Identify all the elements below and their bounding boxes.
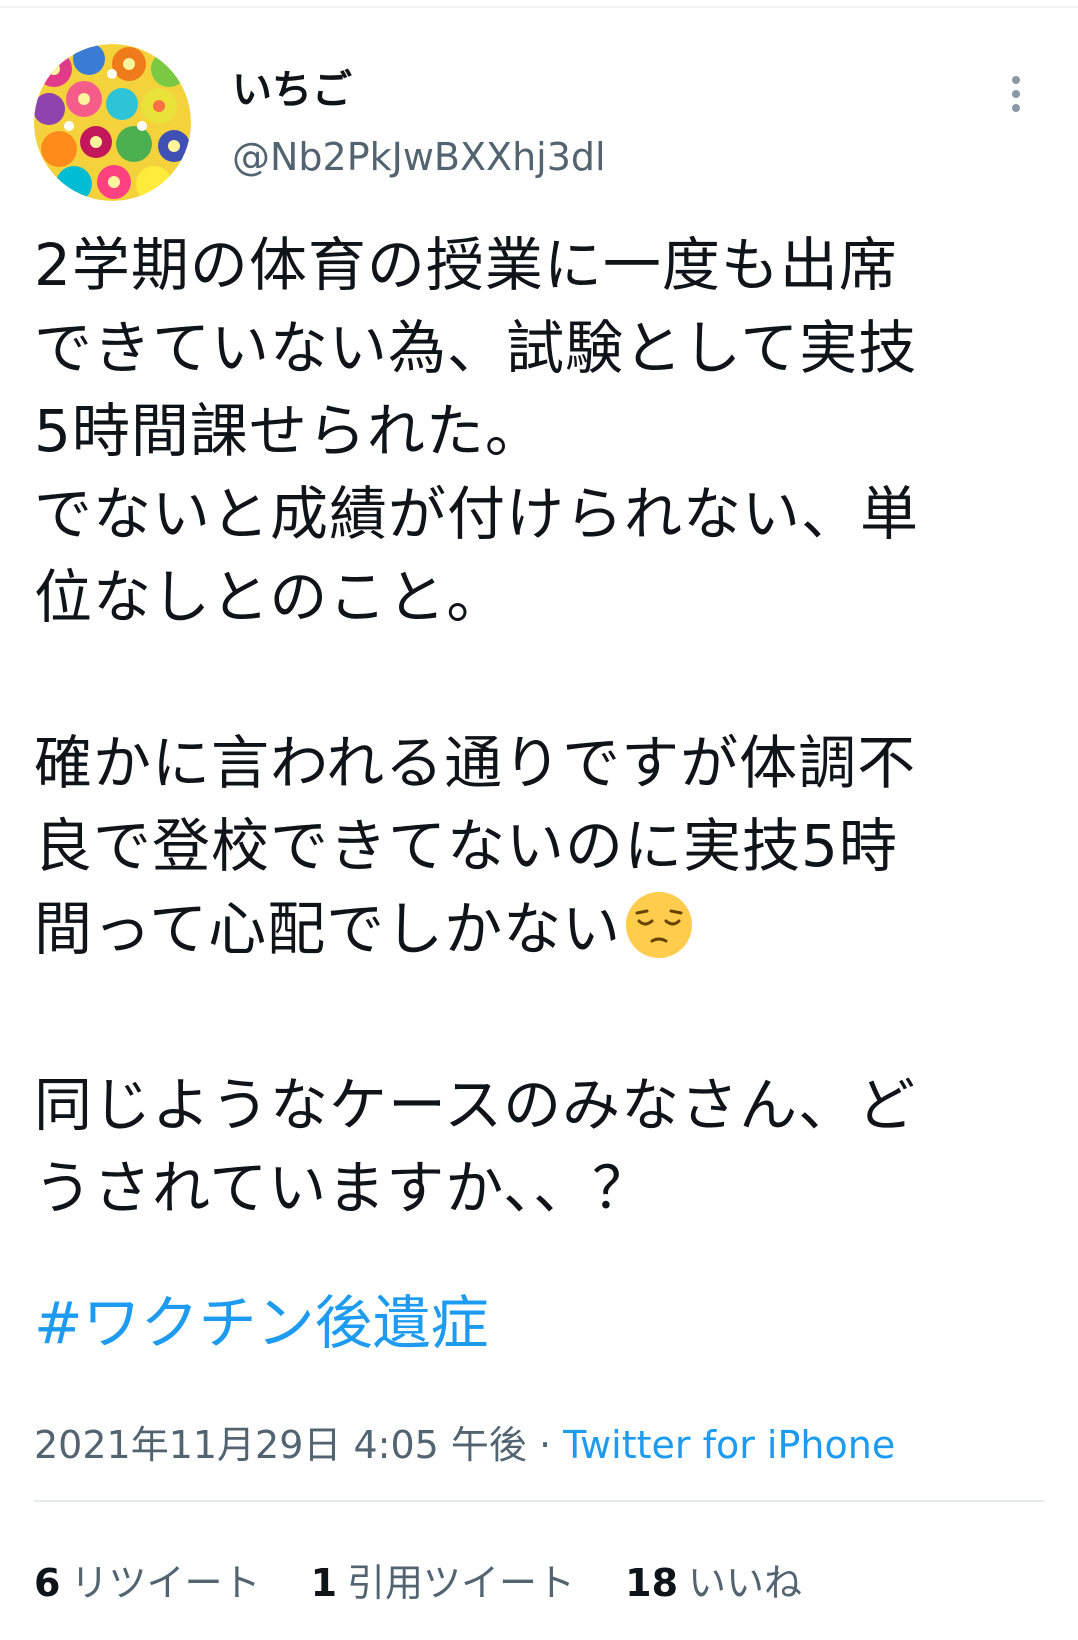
engagement-stats: 6 リツイート 1 引用ツイート 18 いいね: [34, 1560, 840, 1606]
quotes-stat[interactable]: 1 引用ツイート: [311, 1561, 575, 1605]
tweet-text-end: 同じようなケースのみなさん、ど うされていますか、、？: [34, 1071, 917, 1222]
tweet-meta: 2021年11月29日 4:05 午後 · Twitter for iPhone: [34, 1422, 895, 1468]
retweet-count: 6: [34, 1561, 61, 1605]
more-vertical-icon[interactable]: [1006, 76, 1026, 116]
user-handle[interactable]: @Nb2PkJwBXXhj3dl: [232, 134, 606, 180]
source-link[interactable]: Twitter for iPhone: [563, 1423, 895, 1467]
quote-count: 1: [310, 1561, 338, 1605]
timestamp[interactable]: 2021年11月29日 4:05 午後: [34, 1423, 527, 1467]
pensive-face-icon: [625, 891, 693, 981]
flower-avatar-image: [34, 44, 191, 201]
quote-label: 引用ツイート: [347, 1561, 576, 1605]
display-name[interactable]: いちご: [232, 66, 352, 114]
top-divider: [0, 6, 1078, 8]
like-label: いいね: [688, 1561, 803, 1605]
meta-separator: ·: [526, 1423, 564, 1467]
hashtag-link[interactable]: #ワクチン後遺症: [34, 1288, 489, 1358]
avatar[interactable]: [34, 44, 191, 201]
retweets-stat[interactable]: 6 リツイート: [34, 1561, 260, 1605]
like-count: 18: [625, 1561, 679, 1605]
stats-divider: [34, 1500, 1044, 1502]
likes-stat[interactable]: 18 いいね: [625, 1561, 802, 1605]
tweet-text-main: 2学期の体育の授業に一度も出席 できていない為、試験として実技 5時間課せられた…: [34, 231, 920, 963]
tweet-text: 2学期の体育の授業に一度も出席 できていない為、試験として実技 5時間課せられた…: [34, 224, 1054, 1230]
retweet-label: リツイート: [70, 1561, 261, 1605]
